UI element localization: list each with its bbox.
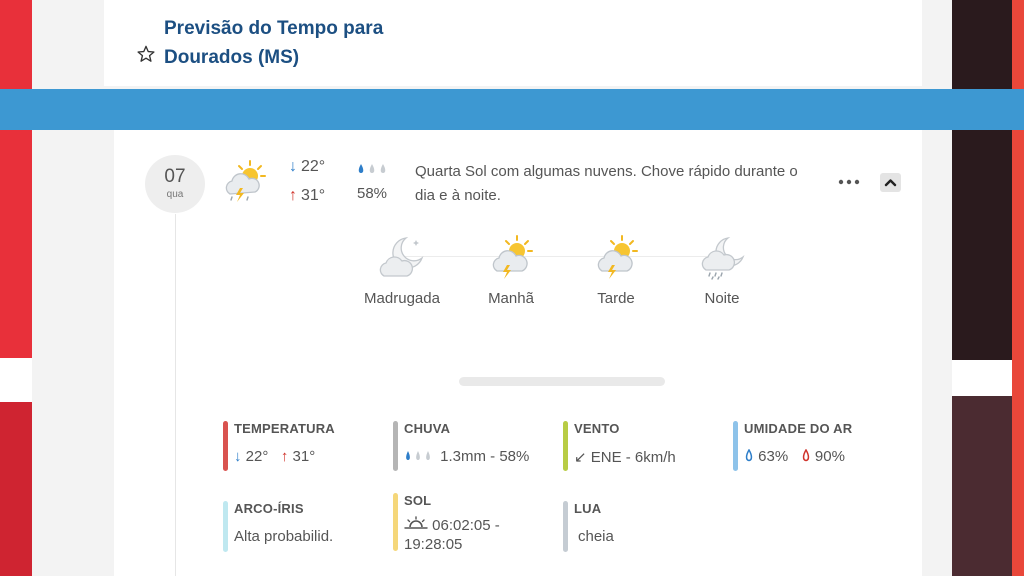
- background-left-dark: [0, 402, 32, 576]
- rain-chance: 58%: [357, 185, 388, 202]
- sun-cloud-storm-icon: [225, 160, 266, 202]
- stat-lua: LUA cheia: [563, 501, 614, 552]
- date-weekday: qua: [166, 189, 184, 200]
- page-title: Previsão do Tempo para Dourados (MS): [164, 14, 383, 72]
- stat-title: UMIDADE DO AR: [744, 421, 853, 436]
- page-title-line2: Dourados (MS): [164, 47, 300, 68]
- stat-chuva: CHUVA 1.3mm - 58%: [393, 421, 529, 471]
- background-right-strip: [1012, 0, 1024, 576]
- arrow-down-icon: ↓: [234, 448, 242, 465]
- temp-max-value: 31°: [292, 448, 316, 465]
- period-tarde: Tarde: [561, 234, 671, 307]
- stat-title: TEMPERATURA: [234, 421, 335, 436]
- moon-cloud-icon: [379, 237, 424, 277]
- stat-value: ↓ 22° ↑ 31°: [234, 448, 335, 465]
- arrow-up-icon: ↑: [289, 187, 297, 204]
- temp-min-value: 22°: [245, 448, 269, 465]
- stat-umidade: UMIDADE DO AR 63% 90%: [733, 421, 853, 471]
- rain-amount: 1.3mm - 58%: [440, 448, 530, 465]
- arrow-down-icon: ↓: [289, 158, 297, 175]
- stat-sol: SOL 06:02:05 - 19:28:05: [393, 493, 500, 554]
- stat-color-bar: [223, 421, 228, 471]
- stat-temperatura: TEMPERATURA ↓ 22° ↑ 31°: [223, 421, 335, 471]
- drop-outline-red-icon: [802, 448, 809, 462]
- temp-max-value: 31°: [301, 187, 326, 204]
- sunset-time: 19:28:05: [404, 536, 463, 553]
- background-left-white: [0, 358, 32, 402]
- stat-color-bar: [733, 421, 738, 471]
- collapse-button[interactable]: [880, 173, 901, 192]
- stat-value: ↙ ENE - 6km/h: [574, 448, 676, 466]
- stat-title: CHUVA: [404, 421, 451, 436]
- moon-cloud-rain-icon: [701, 237, 745, 280]
- wind-direction-icon: ↙: [574, 449, 587, 466]
- timeline-line: [175, 214, 176, 576]
- sunrise-icon: [404, 516, 428, 529]
- temp-min-value: 22°: [301, 158, 326, 175]
- moon-phase-value: cheia: [578, 528, 614, 545]
- period-label: Noite: [704, 290, 740, 307]
- more-options-button[interactable]: [836, 172, 862, 192]
- horizontal-scrollbar[interactable]: [459, 377, 665, 386]
- stat-vento: VENTO ↙ ENE - 6km/h: [563, 421, 676, 471]
- period-noite: Noite: [667, 234, 777, 307]
- stat-value: 06:02:05 - 19:28:05: [404, 516, 500, 554]
- period-madrugada: Madrugada: [347, 234, 457, 307]
- star-outline-icon[interactable]: [136, 44, 156, 64]
- temp-max: ↑ 31°: [289, 187, 325, 205]
- humidity-max: 90%: [814, 448, 845, 465]
- sun-cloud-storm-icon: [597, 235, 638, 279]
- temp-min: ↓ 22°: [289, 158, 325, 176]
- wind-value: ENE - 6km/h: [590, 449, 676, 466]
- rainbow-value: Alta probabilid.: [234, 528, 334, 545]
- page-title-line1: Previsão do Tempo para: [164, 18, 384, 39]
- stat-color-bar: [393, 421, 398, 471]
- stat-color-bar: [393, 493, 398, 551]
- stat-color-bar: [563, 501, 568, 552]
- rain-drops-icon: [358, 164, 386, 173]
- stat-value: 1.3mm - 58%: [404, 448, 529, 465]
- humidity-min: 63%: [758, 448, 789, 465]
- stat-value: 63% 90%: [744, 448, 852, 465]
- date-number: 07: [164, 166, 186, 187]
- stat-color-bar: [223, 501, 228, 552]
- date-badge: 07 qua: [145, 155, 205, 213]
- rain-drops-icon: [406, 451, 430, 460]
- stat-title: VENTO: [574, 421, 620, 436]
- period-manha: Manhã: [456, 234, 566, 307]
- chevron-up-icon: [884, 179, 897, 187]
- period-label: Madrugada: [364, 290, 440, 307]
- stat-color-bar: [563, 421, 568, 471]
- period-label: Tarde: [597, 290, 635, 307]
- stat-title: ARCO-ÍRIS: [234, 501, 304, 516]
- more-dots-icon: [838, 179, 860, 185]
- sun-cloud-storm-icon: [492, 235, 533, 279]
- period-label: Manhã: [488, 290, 534, 307]
- blue-banner: [0, 89, 1024, 130]
- drop-outline-blue-icon: [745, 448, 753, 462]
- stat-title: SOL: [404, 493, 432, 508]
- stat-arco-iris: ARCO-ÍRIS Alta probabilid.: [223, 501, 334, 552]
- sunrise-time: 06:02:05 -: [432, 517, 500, 534]
- stat-title: LUA: [574, 501, 602, 516]
- arrow-up-icon: ↑: [280, 448, 289, 465]
- day-description: Quarta Sol com algumas nuvens. Chove ráp…: [415, 163, 798, 204]
